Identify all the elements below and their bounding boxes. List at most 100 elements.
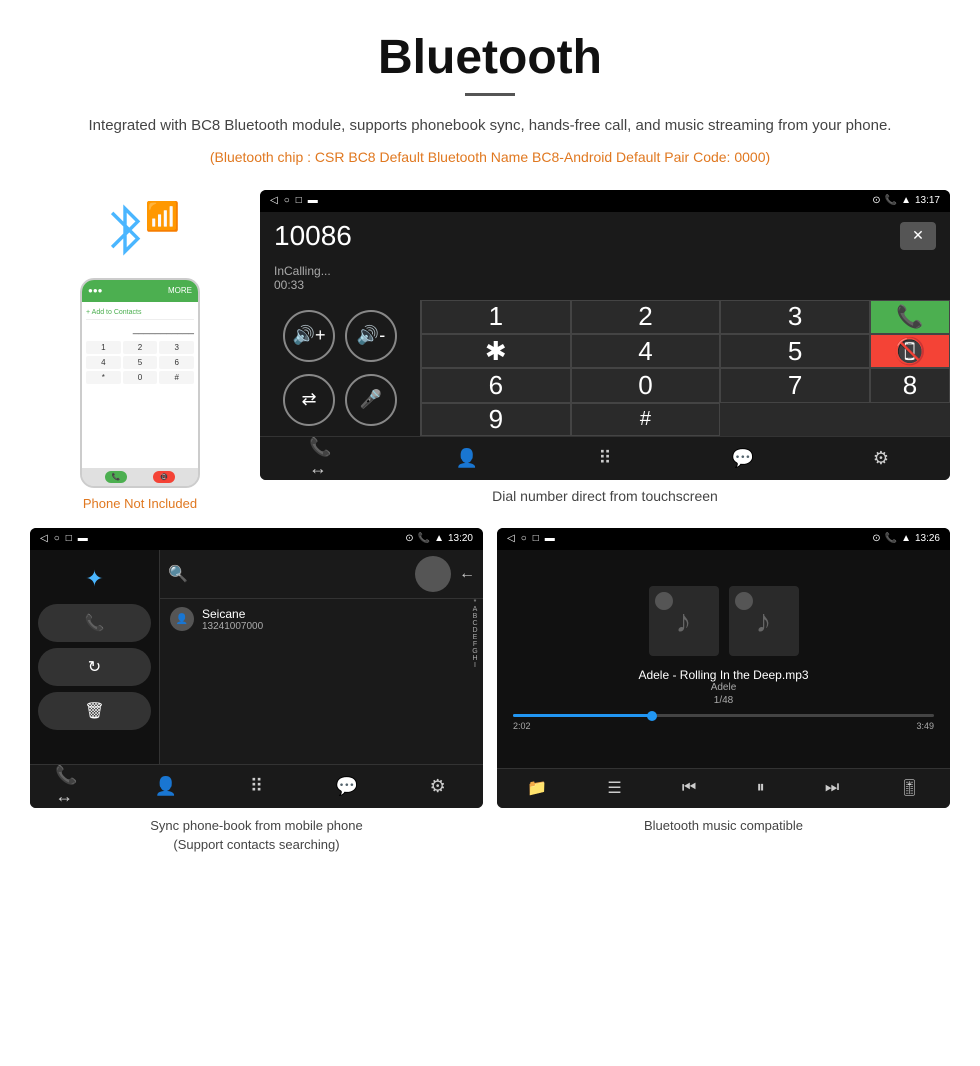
pb-nav-settings-icon[interactable]: ⚙ bbox=[418, 766, 458, 806]
nav-notification-icon: ▬ bbox=[308, 195, 318, 206]
dial-volume-down-btn[interactable]: 🔊- bbox=[345, 310, 397, 362]
dk0[interactable]: 0 bbox=[571, 368, 721, 402]
music-nav-notif: ▬ bbox=[545, 533, 555, 544]
nav-messages-icon[interactable]: 💬 bbox=[723, 438, 763, 478]
pb-contact-list: 👤 Seicane 13241007000 bbox=[160, 599, 467, 764]
phone-key-star: * bbox=[86, 371, 121, 384]
music-title: Adele - Rolling In the Deep.mp3 bbox=[638, 668, 808, 682]
dk5[interactable]: 5 bbox=[720, 334, 870, 368]
music-artist: Adele bbox=[711, 682, 737, 693]
dial-mute-btn[interactable]: 🎤 bbox=[345, 374, 397, 426]
music-wifi-icon: ▲ bbox=[901, 533, 911, 544]
pb-time: 13:20 bbox=[448, 533, 473, 544]
pb-bluetooth-icon: ✦ bbox=[38, 560, 151, 598]
pb-status-left: ◁ ○ □ ▬ bbox=[40, 533, 88, 544]
music-note-icon-2: ♪ bbox=[756, 603, 772, 640]
header-section: Bluetooth Integrated with BC8 Bluetooth … bbox=[0, 0, 980, 180]
dk2[interactable]: 2 bbox=[571, 300, 721, 334]
phone-not-included-label: Phone Not Included bbox=[83, 496, 197, 511]
music-folder-icon[interactable]: 📁 bbox=[527, 778, 547, 798]
music-play-pause-icon[interactable]: ⏸ bbox=[757, 779, 765, 797]
dial-number-row: 10086 ✕ bbox=[260, 212, 950, 260]
pb-nav-dialpad-icon[interactable]: ⠿ bbox=[236, 766, 276, 806]
dial-call-btn[interactable]: 📞 bbox=[870, 300, 950, 334]
dial-call-state: InCalling... bbox=[274, 264, 936, 278]
dkstar[interactable]: ✱ bbox=[421, 334, 571, 368]
pb-contact-number: 13241007000 bbox=[202, 621, 263, 632]
dk9[interactable]: 9 bbox=[421, 403, 571, 436]
pb-nav-home: ○ bbox=[54, 533, 60, 544]
music-equalizer-icon[interactable]: 🎚 bbox=[900, 778, 920, 798]
pb-search-row: 🔍 ← bbox=[160, 550, 483, 599]
music-time: 13:26 bbox=[915, 533, 940, 544]
music-album-dot-2 bbox=[735, 592, 753, 610]
dk4[interactable]: 4 bbox=[571, 334, 721, 368]
music-next-icon[interactable]: ⏭ bbox=[825, 779, 839, 797]
dial-status-left: ◁ ○ □ ▬ bbox=[270, 195, 318, 206]
nav-phone-icon[interactable]: 📞↔ bbox=[309, 438, 349, 478]
nav-home-icon: ○ bbox=[284, 195, 290, 206]
phone-illustration-section: 📶 ●●● MORE + Add to Contacts ___________… bbox=[30, 190, 250, 511]
dial-bottom-nav: 📞↔ 👤 ⠿ 💬 ⚙ bbox=[260, 436, 950, 480]
phone-top-label: ●●● bbox=[88, 286, 103, 295]
music-caption: Bluetooth music compatible bbox=[497, 816, 950, 836]
pb-content-inner: 👤 Seicane 13241007000 * A bbox=[160, 599, 483, 764]
dial-transfer-btn[interactable]: ⇄ bbox=[283, 374, 335, 426]
pb-nav-contacts-icon[interactable]: 👤 bbox=[146, 766, 186, 806]
header-specs: (Bluetooth chip : CSR BC8 Default Blueto… bbox=[60, 146, 920, 170]
pb-sync-btn[interactable]: ↻ bbox=[38, 648, 151, 686]
pb-nav-messages-icon[interactable]: 💬 bbox=[327, 766, 367, 806]
dial-status-bar: ◁ ○ □ ▬ ⊙ 📞 ▲ 13:17 bbox=[260, 190, 950, 212]
pb-location-icon: ⊙ bbox=[405, 533, 413, 544]
dial-extra-row: ⇄ 🎤 bbox=[283, 374, 397, 426]
dkhash[interactable]: # bbox=[571, 403, 721, 436]
dial-end-btn[interactable]: 📵 bbox=[870, 334, 950, 368]
music-item: ◁ ○ □ ▬ ⊙ 📞 ▲ 13:26 bbox=[497, 528, 950, 855]
music-album-dot bbox=[655, 592, 673, 610]
phone-call-btn: 📞 bbox=[105, 471, 127, 483]
dk1[interactable]: 1 bbox=[421, 300, 571, 334]
music-status-bar: ◁ ○ □ ▬ ⊙ 📞 ▲ 13:26 bbox=[497, 528, 950, 550]
header-description: Integrated with BC8 Bluetooth module, su… bbox=[60, 114, 920, 138]
wifi-waves-icon: 📶 bbox=[145, 200, 180, 233]
dk8[interactable]: 8 bbox=[870, 368, 950, 402]
dial-number-display: 10086 bbox=[274, 220, 900, 252]
pb-search-icon: 🔍 bbox=[168, 564, 188, 584]
dial-volume-up-btn[interactable]: 🔊+ bbox=[283, 310, 335, 362]
music-android-screen: ◁ ○ □ ▬ ⊙ 📞 ▲ 13:26 bbox=[497, 528, 950, 808]
pb-nav-call-icon[interactable]: 📞↔ bbox=[55, 766, 95, 806]
pb-back-arrow: ← bbox=[459, 565, 475, 583]
phone-key-3: 3 bbox=[159, 341, 194, 354]
bottom-section: ◁ ○ □ ▬ ⊙ 📞 ▲ 13:20 ✦ bbox=[30, 528, 950, 855]
dial-status-right: ⊙ 📞 ▲ 13:17 bbox=[872, 195, 940, 206]
pb-content: 🔍 ← 👤 Seicane 13241007000 bbox=[160, 550, 483, 764]
music-album-row: ♪ ♪ bbox=[649, 586, 799, 656]
pb-wifi-icon: ▲ bbox=[434, 533, 444, 544]
music-time-total: 3:49 bbox=[916, 721, 934, 731]
phonebook-item: ◁ ○ □ ▬ ⊙ 📞 ▲ 13:20 ✦ bbox=[30, 528, 483, 855]
music-prev-icon[interactable]: ⏮ bbox=[682, 779, 696, 797]
phone-bottom-bar: 📞 📵 bbox=[82, 468, 198, 486]
dk6[interactable]: 6 bbox=[421, 368, 571, 402]
dial-backspace-btn[interactable]: ✕ bbox=[900, 222, 936, 250]
time-display: 13:17 bbox=[915, 195, 940, 206]
phone-mockup: ●●● MORE + Add to Contacts ___________ 1… bbox=[80, 278, 200, 488]
nav-back-icon: ◁ bbox=[270, 195, 278, 206]
pb-nav-notif: ▬ bbox=[78, 533, 88, 544]
nav-recent-icon: □ bbox=[296, 195, 302, 206]
nav-settings-icon[interactable]: ⚙ bbox=[861, 438, 901, 478]
dk3[interactable]: 3 bbox=[720, 300, 870, 334]
pb-delete-btn[interactable]: 🗑 bbox=[38, 692, 151, 730]
dk7[interactable]: 7 bbox=[720, 368, 870, 402]
nav-contacts-icon[interactable]: 👤 bbox=[447, 438, 487, 478]
dial-body: 🔊+ 🔊- ⇄ 🎤 1 2 3 📞 ✱ 4 5 6 0 📵 7 bbox=[260, 300, 950, 436]
nav-dialpad-icon[interactable]: ⠿ bbox=[585, 438, 625, 478]
pb-phone-btn[interactable]: 📞 bbox=[38, 604, 151, 642]
music-time-current: 2:02 bbox=[513, 721, 531, 731]
phone-key-1: 1 bbox=[86, 341, 121, 354]
pb-caption: Sync phone-book from mobile phone (Suppo… bbox=[30, 816, 483, 855]
phone-more-btn: MORE bbox=[168, 286, 192, 295]
music-playlist-icon[interactable]: ☰ bbox=[607, 778, 621, 798]
dial-caption: Dial number direct from touchscreen bbox=[260, 488, 950, 504]
phone-screen: + Add to Contacts ___________ 1 2 3 4 5 … bbox=[82, 302, 198, 468]
